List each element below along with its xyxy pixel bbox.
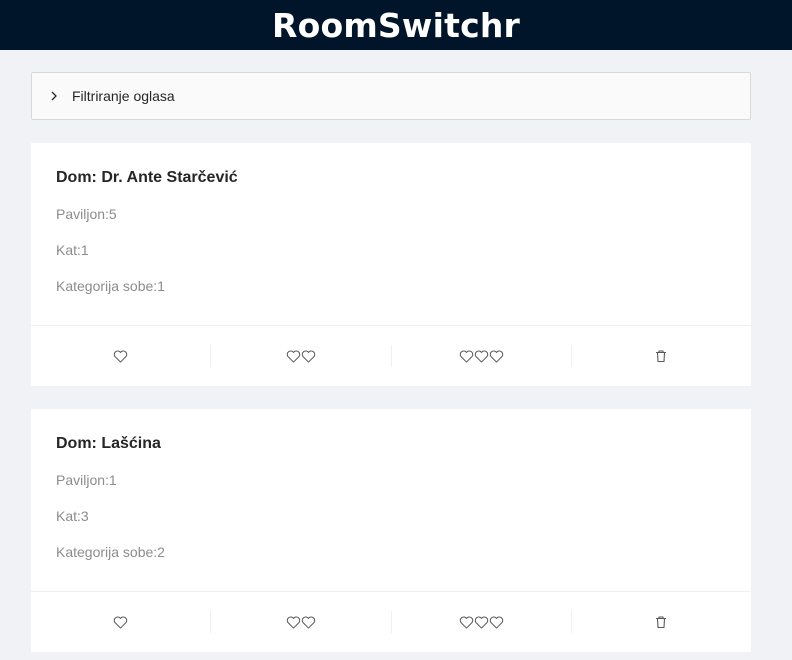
two-hearts-icon xyxy=(286,350,316,363)
listing-paviljon: Paviljon:1 xyxy=(56,472,117,488)
app-header: RoomSwitchr xyxy=(0,0,792,50)
listing-dom: Dom: Dr. Ante Starčević xyxy=(56,169,238,186)
heart-icon xyxy=(113,616,128,629)
listing-paviljon: Paviljon:5 xyxy=(56,206,117,222)
listing-kategorija: Kategorija sobe:1 xyxy=(56,278,165,294)
listing-kat: Kat:1 xyxy=(56,242,89,258)
listing-kat: Kat:3 xyxy=(56,508,89,524)
chevron-right-icon xyxy=(48,90,60,102)
listing-card: Dom: Lašćina Paviljon:1 Kat:3 Kategorija… xyxy=(31,409,751,652)
delete-button[interactable] xyxy=(570,345,751,367)
like-three-button[interactable] xyxy=(390,345,571,367)
two-hearts-icon xyxy=(286,616,316,629)
listing-kategorija: Kategorija sobe:2 xyxy=(56,544,165,560)
like-one-button[interactable] xyxy=(31,611,210,633)
three-hearts-icon xyxy=(459,616,504,629)
trash-icon xyxy=(654,615,668,629)
listing-dom: Dom: Lašćina xyxy=(56,435,161,452)
like-two-button[interactable] xyxy=(210,611,390,633)
heart-icon xyxy=(113,350,128,363)
app-title: RoomSwitchr xyxy=(271,5,520,45)
like-three-button[interactable] xyxy=(390,611,571,633)
three-hearts-icon xyxy=(459,350,504,363)
card-actions xyxy=(31,591,751,652)
delete-button[interactable] xyxy=(570,611,751,633)
listing-card: Dom: Dr. Ante Starčević Paviljon:5 Kat:1… xyxy=(31,143,751,386)
like-two-button[interactable] xyxy=(210,345,390,367)
filter-collapse[interactable]: Filtriranje oglasa xyxy=(31,72,751,120)
filter-label: Filtriranje oglasa xyxy=(72,88,175,104)
card-actions xyxy=(31,325,751,386)
trash-icon xyxy=(654,349,668,363)
like-one-button[interactable] xyxy=(31,345,210,367)
